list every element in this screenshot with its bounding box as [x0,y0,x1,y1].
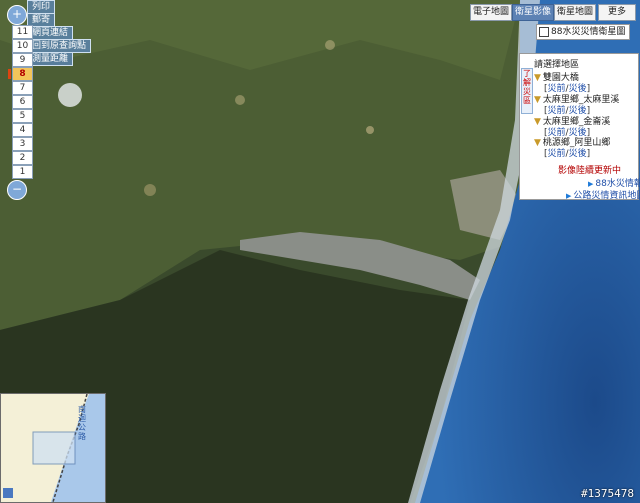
zoom-in-icon[interactable]: + [7,5,27,25]
tab-satellite-map[interactable]: 衛星地圖 [554,4,596,21]
zoom-level-4[interactable]: 4 [12,123,33,137]
zoom-level-label: 8 [19,69,26,79]
zoom-level-8-active[interactable]: 8 [8,67,33,81]
watermark: #1375478 [581,487,634,500]
flood-overlay-checkbox[interactable]: 88水災災情衛星圖 [536,24,631,40]
before-after-links: [災前/災後] [544,149,591,159]
before-link[interactable]: 災前 [548,149,566,159]
measure-distance-item[interactable]: 測量距離 [27,52,74,66]
tab-satellite-image[interactable]: 衛星影像 [512,4,554,21]
tab-more[interactable]: 更多 [598,4,636,21]
pin-icon: ▼ [534,117,541,127]
arrow-icon: ▶ [588,180,594,188]
return-origin-item[interactable]: 回到原查詢點 [27,39,92,53]
arrow-icon: ▶ [566,192,572,200]
zoom-level-3[interactable]: 3 [12,137,33,151]
region-panel: 了解災區 請選擇地區 ▼ 雙園大橋 [災前/災後] ▼ 太麻里鄉_太麻里溪 [災前/… [519,53,640,201]
minimap-road-label: 南迴公路 [78,405,86,441]
zoom-level-5[interactable]: 5 [12,109,33,123]
web-link-item[interactable]: 網頁連結 [27,26,74,40]
zoom-level-11[interactable]: 11 [12,25,33,39]
zoom-level-10[interactable]: 10 [12,39,33,53]
zoom-slider-handle[interactable] [8,69,11,79]
minimap-drawing [3,394,105,502]
pin-icon: ▼ [534,138,541,148]
zoom-level-1[interactable]: 1 [12,165,33,179]
side-tab-understand-disaster[interactable]: 了解災區 [521,68,533,114]
overview-minimap[interactable] [0,393,106,503]
zoom-level-7[interactable]: 7 [12,81,33,95]
print-link[interactable]: 列印 [27,0,56,14]
checkbox-box[interactable] [539,26,549,37]
zoom-level-9[interactable]: 9 [12,53,33,67]
pin-icon: ▼ [534,95,541,105]
pin-icon: ▼ [534,73,541,83]
tab-electronic-map[interactable]: 電子地圖 [470,4,512,21]
zoom-level-2[interactable]: 2 [12,151,33,165]
after-link[interactable]: 災後 [569,149,587,159]
zoom-level-6[interactable]: 6 [12,95,33,109]
flood-overlay-label: 88水災災情衛星圖 [551,27,626,37]
zoom-out-icon[interactable]: − [7,180,27,200]
panel-title: 請選擇地區 [534,60,580,70]
update-note: 影像陸續更新中 [558,166,622,176]
road-disaster-map-link[interactable]: ▶ 公路災情資訊地圖 [566,188,640,201]
